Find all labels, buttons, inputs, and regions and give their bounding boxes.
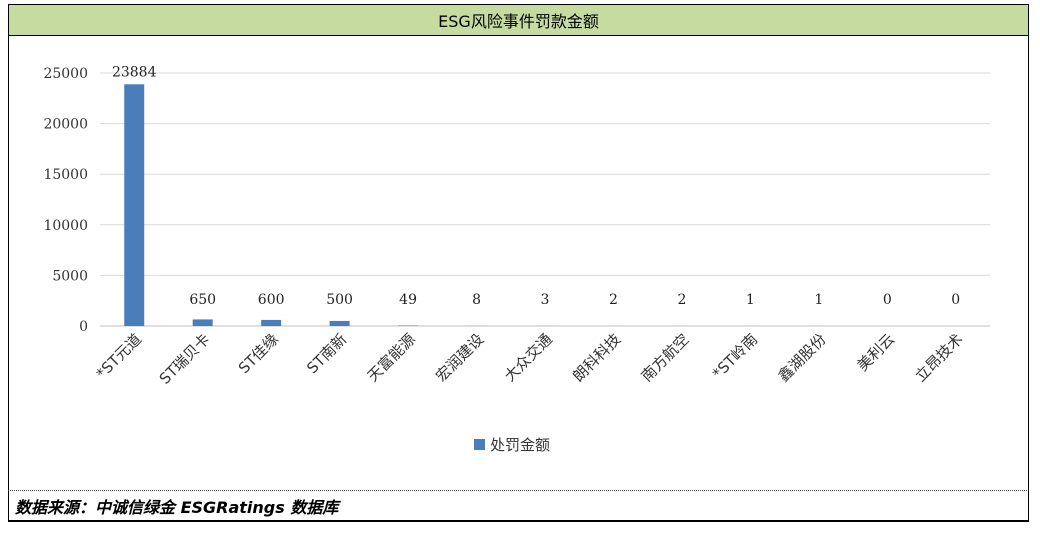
data-label: 0 bbox=[883, 292, 892, 308]
x-tick-label: 天富能源 bbox=[364, 330, 419, 385]
data-label: 1 bbox=[746, 292, 755, 308]
data-label: 23884 bbox=[112, 64, 157, 80]
x-tick-label: 鑫湖股份 bbox=[775, 330, 830, 385]
data-label: 650 bbox=[189, 292, 216, 308]
x-tick-label: 朗科科技 bbox=[569, 330, 624, 385]
x-tick-label: 美利云 bbox=[854, 330, 899, 375]
y-tick-label: 10000 bbox=[43, 218, 88, 234]
x-tick-label: 南方航空 bbox=[638, 330, 693, 385]
legend-label: 处罚金额 bbox=[490, 436, 550, 454]
x-tick-label: 宏润建设 bbox=[432, 330, 487, 385]
bar bbox=[329, 320, 350, 326]
data-label: 3 bbox=[541, 292, 550, 308]
x-tick-label: 大众交通 bbox=[501, 330, 556, 385]
legend-swatch bbox=[474, 439, 485, 450]
bar bbox=[192, 319, 213, 326]
x-tick-label: ST佳缘 bbox=[235, 330, 282, 377]
bar bbox=[124, 84, 145, 327]
bar bbox=[261, 319, 282, 326]
x-tick-label: 立昂技术 bbox=[911, 330, 966, 385]
y-tick-label: 25000 bbox=[43, 66, 88, 82]
data-label: 49 bbox=[399, 292, 417, 308]
data-label: 2 bbox=[609, 292, 618, 308]
x-tick-label: ST瑞贝卡 bbox=[156, 330, 214, 388]
data-label: 2 bbox=[677, 292, 686, 308]
x-tick-label: *ST元道 bbox=[93, 330, 145, 382]
y-tick-label: 20000 bbox=[43, 117, 88, 133]
data-label: 600 bbox=[258, 292, 285, 308]
bar-chart: 0500010000150002000025000 23884650 600 500… bbox=[43, 64, 990, 454]
x-tick-label: ST南新 bbox=[303, 330, 350, 377]
data-label: 8 bbox=[472, 292, 481, 308]
y-tick-label: 15000 bbox=[43, 167, 88, 183]
x-tick-label: *ST岭南 bbox=[709, 330, 761, 382]
y-tick-label: 5000 bbox=[52, 268, 88, 284]
data-label: 0 bbox=[951, 292, 960, 308]
data-label: 1 bbox=[814, 292, 823, 308]
source-note: 数据来源：中诚信绿金 ESGRatings 数据库 bbox=[8, 490, 1029, 522]
y-tick-label: 0 bbox=[79, 319, 88, 335]
data-label: 500 bbox=[326, 292, 353, 308]
